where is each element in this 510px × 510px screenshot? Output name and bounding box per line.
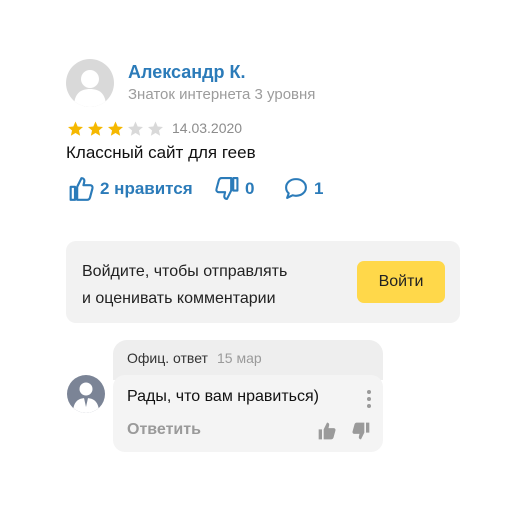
comment-bubble-icon bbox=[285, 178, 307, 199]
thumbs-up-icon bbox=[69, 177, 94, 201]
review-text: Классный сайт для геев bbox=[66, 143, 256, 162]
likes-label: 2 нравится bbox=[100, 179, 193, 198]
avatar[interactable] bbox=[66, 59, 114, 107]
user-silhouette-icon bbox=[74, 70, 106, 107]
comments-count: 1 bbox=[314, 178, 324, 198]
official-reply-text: Рады, что вам нравиться) bbox=[127, 388, 319, 405]
thumbs-up-icon[interactable] bbox=[317, 421, 337, 441]
review-date: 14.03.2020 bbox=[172, 120, 243, 136]
login-prompt-card: Войдите, чтобы отправлять и оценивать ко… bbox=[66, 241, 460, 323]
author-level: Знаток интернета 3 уровня bbox=[128, 86, 316, 103]
thumbs-down-icon[interactable] bbox=[351, 421, 371, 441]
dislike-button[interactable]: 0 bbox=[214, 176, 254, 201]
more-vertical-icon[interactable] bbox=[367, 390, 371, 408]
comments-button[interactable]: 1 bbox=[283, 176, 323, 201]
login-prompt-text: Войдите, чтобы отправлять и оценивать ко… bbox=[82, 258, 342, 312]
star-empty-icon bbox=[148, 121, 163, 136]
official-reply-body: Рады, что вам нравиться) Ответить bbox=[113, 375, 383, 452]
official-reply-label: Офиц. ответ bbox=[127, 350, 208, 366]
login-prompt-line2: и оценивать комментарии bbox=[82, 290, 276, 307]
star-empty-icon bbox=[128, 121, 143, 136]
reply-answer-button[interactable]: Ответить bbox=[127, 421, 201, 439]
login-prompt-line1: Войдите, чтобы отправлять bbox=[82, 263, 288, 280]
official-reply-date: 15 мар bbox=[217, 350, 262, 366]
star-filled-icon bbox=[108, 121, 123, 136]
dislikes-count: 0 bbox=[245, 178, 255, 198]
business-person-icon bbox=[73, 382, 99, 413]
thumbs-down-icon bbox=[215, 177, 239, 200]
rating-stars bbox=[66, 120, 165, 138]
reply-avatar[interactable] bbox=[67, 375, 105, 413]
star-filled-icon bbox=[68, 121, 83, 136]
login-button[interactable]: Войти bbox=[357, 261, 445, 303]
author-name[interactable]: Александр К. bbox=[128, 62, 246, 83]
star-filled-icon bbox=[88, 121, 103, 136]
official-reply-header: Офиц. ответ 15 мар bbox=[113, 340, 383, 380]
like-button[interactable]: 2 нравится bbox=[68, 176, 193, 202]
